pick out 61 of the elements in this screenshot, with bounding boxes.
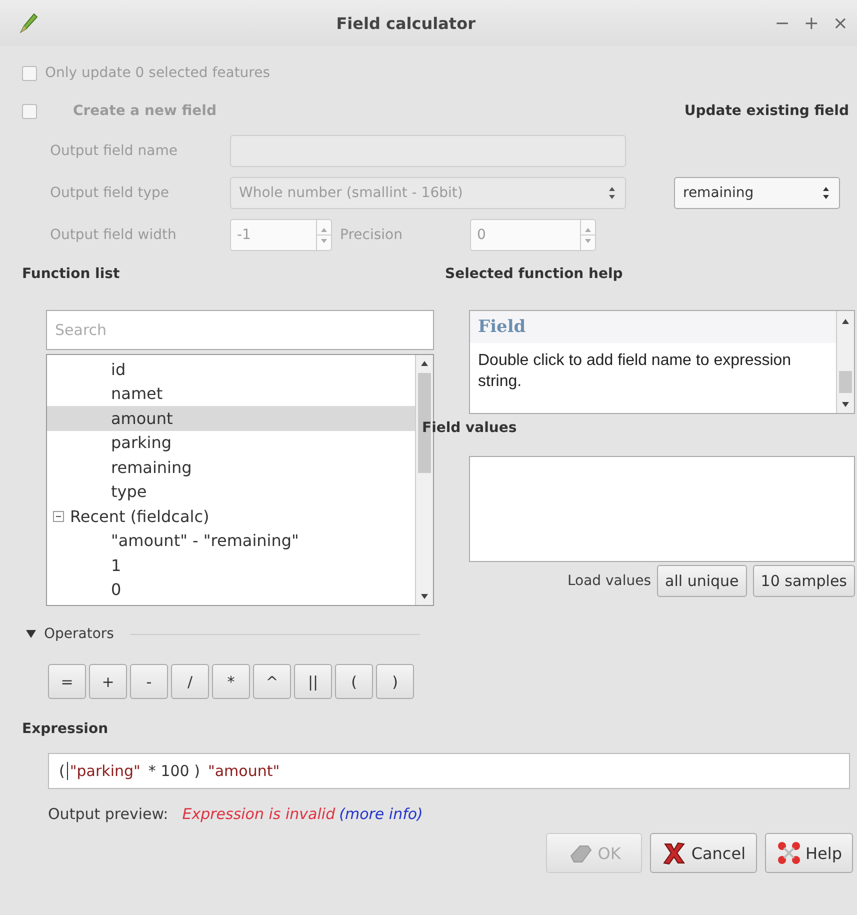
cancel-button[interactable]: Cancel: [650, 833, 757, 873]
operator-button[interactable]: ^: [253, 664, 291, 699]
tree-item[interactable]: type: [47, 480, 415, 504]
expression-field[interactable]: ( "parking" * 100 ) "amount": [48, 753, 850, 789]
tree-item[interactable]: parking: [47, 430, 415, 455]
updown-icon: [821, 186, 831, 200]
checkbox-label: Only update 0 selected features: [45, 65, 270, 81]
pencil-icon: [18, 12, 38, 34]
section-heading: Selected function help: [445, 265, 624, 284]
close-button[interactable]: ×: [832, 12, 849, 34]
field-label: Output field width: [50, 227, 178, 243]
field-label: Output preview:: [48, 805, 168, 823]
field-label: Output field name: [50, 143, 178, 159]
operator-button[interactable]: ): [376, 664, 414, 699]
minimize-button[interactable]: −: [774, 12, 791, 34]
spin-arrows-icon: [316, 220, 331, 250]
collapse-icon: [53, 510, 64, 522]
tree-item[interactable]: 1: [47, 553, 415, 578]
section-heading: Field values: [422, 419, 518, 438]
spin-arrows-icon: [580, 220, 595, 250]
operator-button[interactable]: /: [171, 664, 209, 699]
load-button[interactable]: all unique: [657, 565, 747, 597]
operator-button[interactable]: =: [48, 664, 86, 699]
tree-item[interactable]: remaining: [47, 455, 415, 480]
lifebuoy-icon: [776, 840, 802, 866]
dropdown-value: Whole number (smallint - 16bit): [239, 185, 463, 201]
tree-item[interactable]: id: [47, 357, 415, 382]
maximize-button[interactable]: +: [802, 12, 820, 34]
field-label: Precision: [340, 227, 404, 243]
dropdown[interactable]: remaining: [674, 177, 840, 209]
tree-item[interactable]: amount: [47, 406, 415, 430]
help-button[interactable]: Help: [764, 833, 853, 873]
help-title: Field: [470, 311, 836, 343]
field-label: Load values: [567, 573, 652, 589]
operator-button[interactable]: (: [335, 664, 373, 699]
section-heading: Expression: [22, 720, 110, 739]
tree-item[interactable]: 0: [47, 578, 415, 602]
operator-button[interactable]: -: [130, 664, 168, 699]
operator-button[interactable]: ||: [294, 664, 332, 699]
cross-icon: [661, 840, 688, 866]
error-message: Expression is invalid: [182, 805, 336, 823]
spin-value: -1: [237, 227, 251, 243]
updown-icon: [607, 186, 617, 200]
section-heading: Function list: [22, 265, 121, 284]
more-info-link[interactable]: (more info): [339, 805, 423, 823]
text-field[interactable]: [230, 135, 626, 167]
checkbox-label: Create a new field: [73, 103, 216, 119]
spin-value: 0: [477, 227, 486, 243]
tree-item[interactable]: Recent (fieldcalc): [47, 504, 415, 528]
dropdown-value: remaining: [683, 185, 754, 201]
load-button[interactable]: 10 samples: [752, 565, 855, 597]
group-heading: Operators: [44, 626, 114, 642]
group-heading: Update existing field: [684, 103, 849, 119]
help-text: Double click to add field name to expression string.: [477, 351, 792, 392]
tree-item[interactable]: "amount" - "remaining": [47, 528, 415, 553]
field-label: Output field type: [50, 185, 170, 201]
window-title: Field calculator: [335, 14, 476, 32]
tree-item[interactable]: namet: [47, 382, 415, 406]
operator-button[interactable]: *: [212, 664, 250, 699]
operator-button[interactable]: +: [89, 664, 127, 699]
search-field[interactable]: Search: [46, 310, 434, 350]
